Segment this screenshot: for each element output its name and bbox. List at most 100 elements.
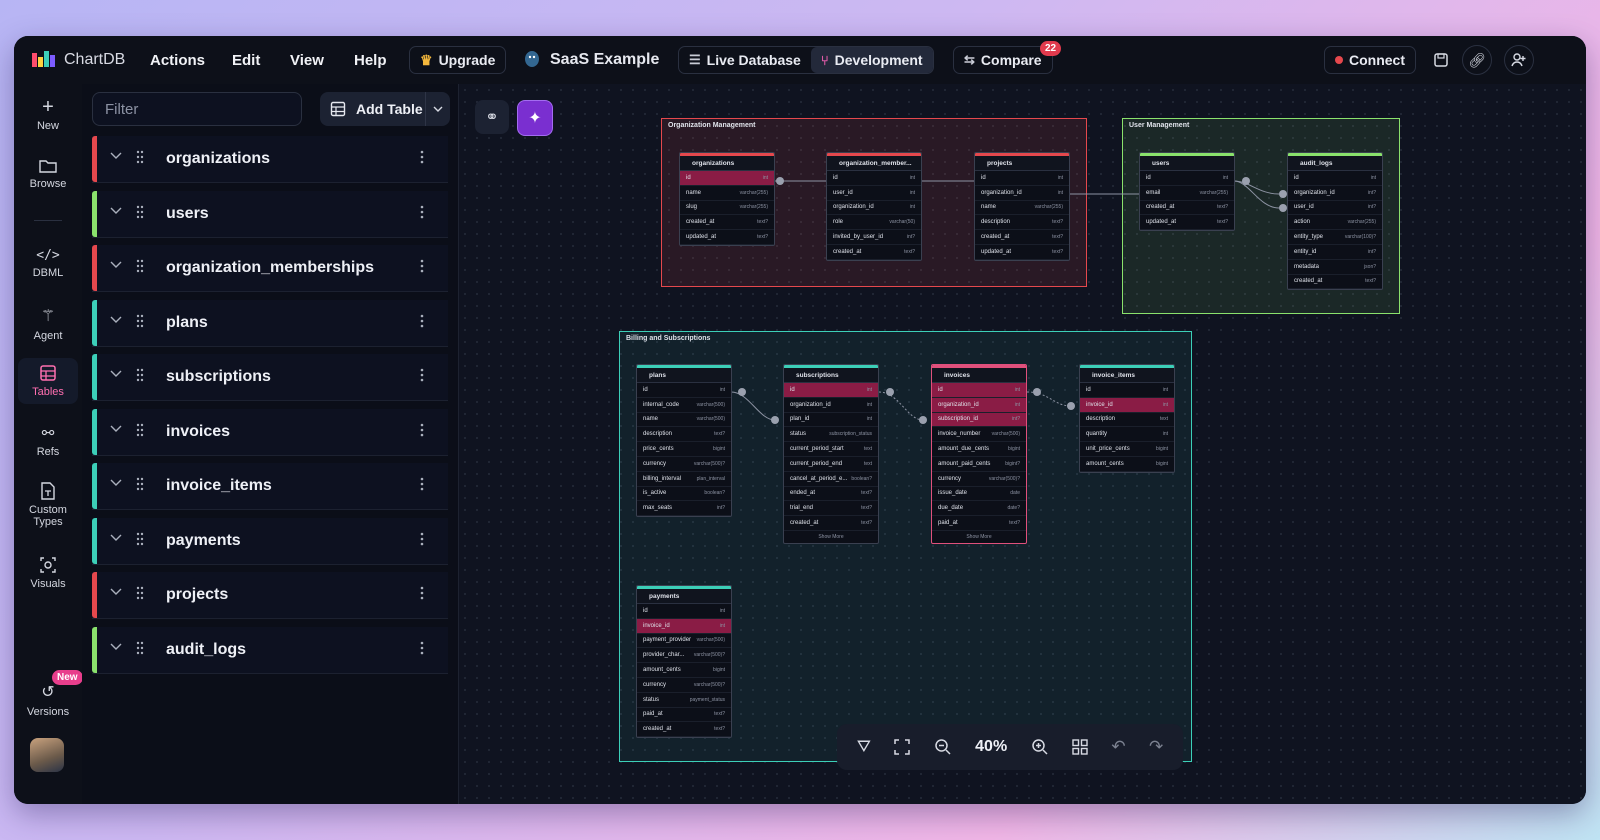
drag-handle-icon[interactable] [136,314,144,328]
entity-field[interactable]: plan_id int [784,413,878,428]
more-options-icon[interactable] [420,205,424,219]
entity-field[interactable]: created_at text? [784,516,878,531]
rail-browse[interactable]: Browse [18,158,78,190]
app-logo[interactable]: ChartDB [32,36,125,84]
entity-field[interactable]: role varchar(50) [827,215,921,231]
show-more-button[interactable]: Show More [932,531,1026,543]
entity-organizations[interactable]: organizations id int name varchar(255) slug va… [679,152,775,246]
entity-field[interactable]: invoice_id int [1080,397,1174,413]
grid-icon[interactable] [1072,739,1088,755]
drag-handle-icon[interactable] [136,150,144,164]
entity-projects[interactable]: projects id int organization_id int name varch… [974,152,1070,261]
entity-field[interactable]: id int [1080,383,1174,398]
rail-custom-types[interactable]: Custom Types [18,482,78,528]
entity-audit-logs[interactable]: audit_logs id int organization_id int? user_i… [1287,152,1383,291]
entity-organization-memberships[interactable]: organization_member... id int user_id int org… [826,152,922,261]
entity-field[interactable]: is_active boolean? [637,487,731,502]
entity-field[interactable]: user_id int [827,186,921,201]
entity-field[interactable]: paid_at text? [932,516,1026,531]
filter-input[interactable]: Filter [92,92,302,126]
entity-field[interactable]: amount_cents bigint [1080,457,1174,472]
menu-edit[interactable]: Edit [232,36,260,84]
entity-field[interactable]: entity_id int? [1288,245,1382,260]
auto-arrange-button[interactable]: ⚭ [475,100,509,134]
entity-field[interactable]: created_at text? [637,722,731,738]
ai-agent-button[interactable]: ✦ [517,100,553,136]
entity-field[interactable]: updated_at text? [680,230,774,245]
entity-subscriptions[interactable]: subscriptions id int organization_id int plan… [783,364,879,544]
entity-field[interactable]: invited_by_user_id int? [827,230,921,245]
entity-field[interactable]: id int [1140,171,1234,186]
table-list-item[interactable]: organizations [92,136,448,183]
entity-field[interactable]: currency varchar(500)? [932,472,1026,487]
menu-view[interactable]: View [290,36,324,84]
entity-field[interactable]: invoice_id int [637,618,731,634]
add-user-button[interactable] [1504,45,1534,75]
diagram-name[interactable]: SaaS Example [522,36,659,84]
entity-field[interactable]: id int [784,383,878,398]
entity-invoice-items[interactable]: invoice_items id int invoice_id int descripti… [1079,364,1175,473]
more-options-icon[interactable] [420,532,424,546]
entity-field[interactable]: billing_interval plan_interval [637,472,731,487]
entity-field[interactable]: status payment_status [637,693,731,708]
table-list-item[interactable]: subscriptions [92,354,448,401]
entity-field[interactable]: id int [975,171,1069,186]
entity-field[interactable]: user_id int? [1288,201,1382,216]
entity-field[interactable]: description text [1080,413,1174,428]
table-list-item[interactable]: invoice_items [92,463,448,510]
entity-field[interactable]: max_seats int? [637,501,731,517]
entity-field[interactable]: id int [637,604,731,619]
chevron-down-icon[interactable] [110,534,122,542]
entity-field[interactable]: id int [827,171,921,186]
entity-field[interactable]: name varchar(255) [975,201,1069,216]
rail-refs[interactable]: ⚯ Refs [18,424,78,458]
entity-field[interactable]: organization_id int? [1288,186,1382,201]
chevron-down-icon[interactable] [110,479,122,487]
more-options-icon[interactable] [420,259,424,273]
entity-field[interactable]: created_at text? [1288,275,1382,290]
entity-field[interactable]: id int [680,171,774,186]
rail-versions[interactable]: ↺ Versions [18,682,78,718]
entity-field[interactable]: email varchar(255) [1140,186,1234,201]
entity-field[interactable]: amount_due_cents bigint [932,442,1026,457]
more-options-icon[interactable] [420,423,424,437]
drag-handle-icon[interactable] [136,368,144,382]
chevron-down-icon[interactable] [110,643,122,651]
add-table-button[interactable]: Add Table [320,92,450,126]
entity-field[interactable]: unit_price_cents bigint [1080,442,1174,457]
entity-field[interactable]: invoice_number varchar(500) [932,427,1026,443]
table-list-item[interactable]: plans [92,299,448,347]
more-options-icon[interactable] [420,586,424,600]
redo-icon[interactable]: ↷ [1149,737,1163,757]
more-options-icon[interactable] [420,368,424,382]
entity-field[interactable]: subscription_id int? [932,412,1026,428]
entity-field[interactable]: organization_id int [975,186,1069,201]
entity-plans[interactable]: plans id int internal_code varchar(500) name v… [636,364,732,518]
entity-field[interactable]: slug varchar(255) [680,201,774,216]
table-list-item[interactable]: users [92,190,448,238]
entity-field[interactable]: status subscription_status [784,427,878,443]
rail-tables[interactable]: Tables [18,358,78,404]
entity-field[interactable]: id int [637,383,731,398]
entity-field[interactable]: internal_code varchar(500) [637,398,731,413]
entity-field[interactable]: name varchar(255) [680,186,774,201]
menu-actions[interactable]: Actions [150,36,205,84]
more-options-icon[interactable] [420,641,424,655]
save-button[interactable] [1426,45,1456,75]
entity-field[interactable]: organization_id int [932,397,1026,413]
upgrade-button[interactable]: ♛ Upgrade [409,46,507,74]
entity-field[interactable]: created_at text? [827,245,921,260]
drag-handle-icon[interactable] [136,205,144,219]
drag-handle-icon[interactable] [136,532,144,546]
rail-dbml[interactable]: </> DBML [18,248,78,279]
entity-field[interactable]: name varchar(500) [637,413,731,428]
entity-field[interactable]: current_period_start text [784,442,878,457]
entity-field[interactable]: organization_id int [827,201,921,216]
live-database-tab[interactable]: ☰ Live Database [679,47,811,73]
table-list-item[interactable]: projects [92,572,448,619]
diagram-canvas[interactable]: ⚭ ✦ Organization Management User Managem… [459,84,1586,804]
entity-field[interactable]: currency varchar(500)? [637,678,731,693]
show-more-button[interactable]: Show More [784,531,878,543]
entity-field[interactable]: amount_paid_cents bigint? [932,457,1026,472]
share-link-button[interactable]: 🔗︎ [1462,45,1492,75]
